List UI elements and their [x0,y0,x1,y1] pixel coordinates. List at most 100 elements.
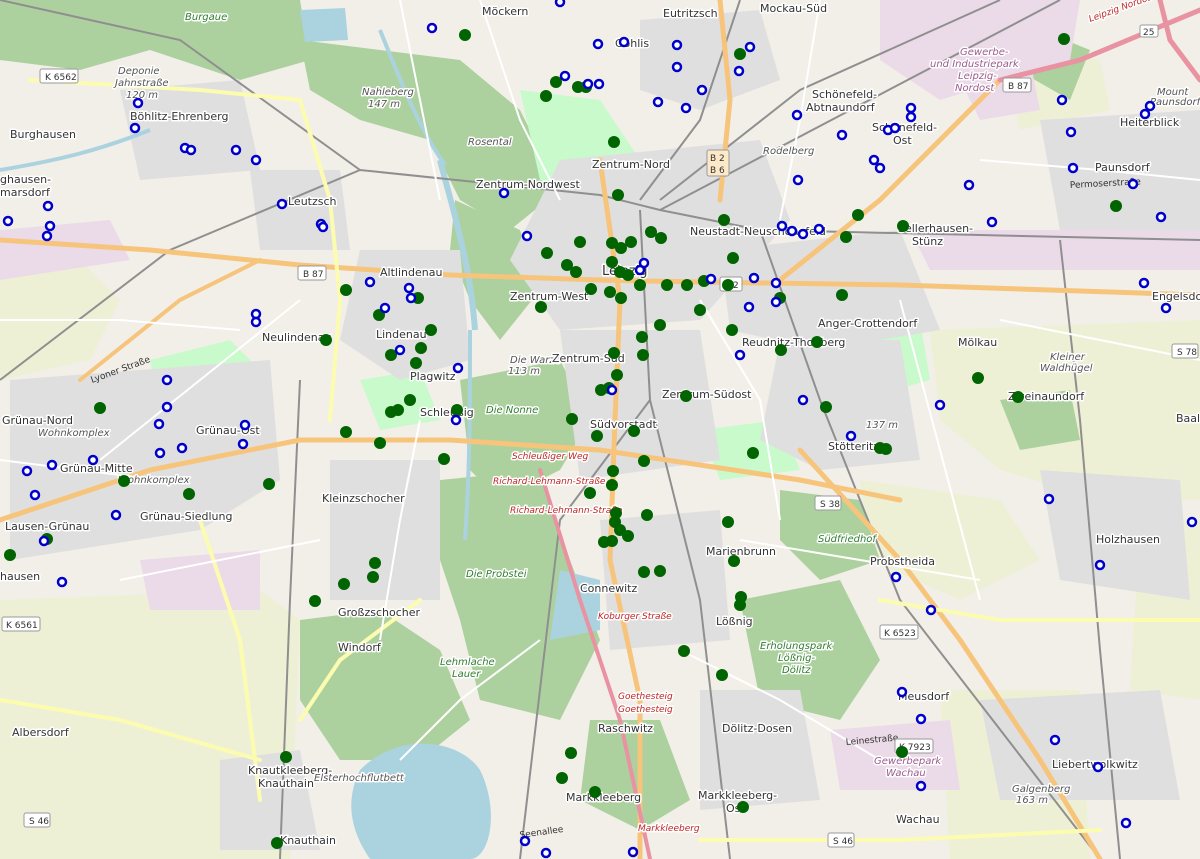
green-marker[interactable] [611,369,623,381]
blue-marker[interactable] [21,465,33,477]
green-marker[interactable] [1110,200,1122,212]
blue-marker[interactable] [868,154,880,166]
green-marker[interactable] [722,516,734,528]
green-marker[interactable] [459,29,471,41]
green-marker[interactable] [415,342,427,354]
blue-marker[interactable] [1092,761,1104,773]
green-marker[interactable] [118,475,130,487]
blue-marker[interactable] [38,535,50,547]
green-marker[interactable] [410,357,422,369]
blue-marker[interactable] [132,97,144,109]
blue-marker[interactable] [744,41,756,53]
green-marker[interactable] [540,90,552,102]
blue-marker[interactable] [845,430,857,442]
blue-marker[interactable] [452,362,464,374]
green-marker[interactable] [320,334,332,346]
blue-marker[interactable] [797,394,809,406]
blue-marker[interactable] [1186,516,1198,528]
blue-marker[interactable] [634,264,646,276]
blue-marker[interactable] [1144,100,1156,112]
blue-marker[interactable] [87,454,99,466]
blue-marker[interactable] [1049,734,1061,746]
blue-marker[interactable] [874,162,886,174]
blue-marker[interactable] [743,301,755,313]
green-marker[interactable] [716,669,728,681]
blue-marker[interactable] [791,109,803,121]
blue-marker[interactable] [770,277,782,289]
green-marker[interactable] [565,747,577,759]
blue-marker[interactable] [519,835,531,847]
green-marker[interactable] [615,242,627,254]
blue-marker[interactable] [153,418,165,430]
green-marker[interactable] [425,324,437,336]
green-marker[interactable] [280,751,292,763]
blue-marker[interactable] [2,215,14,227]
blue-marker[interactable] [770,296,782,308]
green-marker[interactable] [591,430,603,442]
green-marker[interactable] [615,292,627,304]
map-view[interactable]: Möckern Eutritzsch Mockau-Süd Leipzig No… [0,0,1200,859]
green-marker[interactable] [607,465,619,477]
green-marker[interactable] [852,209,864,221]
blue-marker[interactable] [889,122,901,134]
green-marker[interactable] [654,565,666,577]
green-marker[interactable] [811,336,823,348]
green-marker[interactable] [271,837,283,849]
green-marker[interactable] [820,401,832,413]
green-marker[interactable] [369,557,381,569]
green-marker[interactable] [612,189,624,201]
blue-marker[interactable] [41,230,53,242]
blue-marker[interactable] [1056,94,1068,106]
blue-marker[interactable] [250,316,262,328]
blue-marker[interactable] [896,686,908,698]
blue-marker[interactable] [934,399,946,411]
green-marker[interactable] [4,549,16,561]
green-marker[interactable] [726,324,738,336]
blue-marker[interactable] [426,22,438,34]
green-marker[interactable] [374,437,386,449]
green-marker[interactable] [896,746,908,758]
green-marker[interactable] [566,413,578,425]
blue-marker[interactable] [559,70,571,82]
green-marker[interactable] [622,530,634,542]
blue-marker[interactable] [705,273,717,285]
green-marker[interactable] [604,286,616,298]
blue-marker[interactable] [317,221,329,233]
blue-marker[interactable] [1043,493,1055,505]
blue-marker[interactable] [42,200,54,212]
blue-marker[interactable] [364,276,376,288]
green-marker[interactable] [638,455,650,467]
blue-marker[interactable] [405,292,417,304]
blue-marker[interactable] [905,111,917,123]
green-marker[interactable] [1012,391,1024,403]
green-marker[interactable] [625,236,637,248]
map-canvas[interactable]: Möckern Eutritzsch Mockau-Süd Leipzig No… [0,0,1200,859]
blue-marker[interactable] [925,604,937,616]
blue-marker[interactable] [627,846,639,858]
blue-marker[interactable] [176,442,188,454]
green-marker[interactable] [392,404,404,416]
green-marker[interactable] [367,571,379,583]
blue-marker[interactable] [986,216,998,228]
blue-marker[interactable] [239,419,251,431]
blue-marker[interactable] [915,713,927,725]
blue-marker[interactable] [792,174,804,186]
blue-marker[interactable] [618,36,630,48]
green-marker[interactable] [606,256,618,268]
blue-marker[interactable] [733,65,745,77]
blue-marker[interactable] [786,225,798,237]
blue-marker[interactable] [540,847,552,859]
blue-marker[interactable] [592,38,604,50]
blue-marker[interactable] [582,78,594,90]
blue-marker[interactable] [606,384,618,396]
green-marker[interactable] [606,535,618,547]
blue-marker[interactable] [521,230,533,242]
blue-marker[interactable] [1139,108,1151,120]
blue-marker[interactable] [680,102,692,114]
blue-marker[interactable] [748,272,760,284]
blue-marker[interactable] [915,780,927,792]
green-marker[interactable] [309,595,321,607]
blue-marker[interactable] [44,220,56,232]
blue-marker[interactable] [671,39,683,51]
green-marker[interactable] [340,284,352,296]
